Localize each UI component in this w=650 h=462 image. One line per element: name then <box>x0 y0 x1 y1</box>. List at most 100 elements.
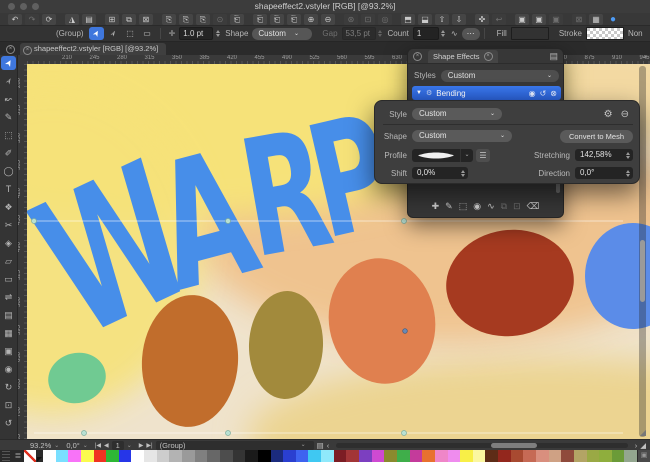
color-swatch[interactable] <box>612 450 625 462</box>
color-swatch[interactable] <box>511 450 524 462</box>
panel-styles-icon[interactable]: ▣ <box>515 14 529 25</box>
panel-menu-icon[interactable]: ▤ <box>549 51 558 62</box>
stroke-width-input[interactable]: 1.0 pt <box>179 27 213 40</box>
color-swatch[interactable] <box>561 450 574 462</box>
direction-input[interactable]: 0,0° <box>575 167 633 179</box>
copy-style-icon[interactable]: ⎘ <box>179 14 193 25</box>
selection-target-dropdown[interactable]: (Group) ⌄ <box>156 441 314 450</box>
color-swatch[interactable] <box>485 450 498 462</box>
warp-effect-icon[interactable]: ⬚ <box>459 201 468 212</box>
direct-select-tool[interactable]: ➢ <box>106 27 121 40</box>
record-indicator-icon[interactable]: ● <box>606 14 620 25</box>
pen-tool[interactable]: ✎ <box>1 110 16 124</box>
close-panel-tab-icon[interactable]: × <box>484 52 493 61</box>
color-swatch[interactable] <box>397 450 410 462</box>
shape-tool[interactable]: ❖ <box>1 200 16 214</box>
scroll-left-arrow[interactable]: ‹ <box>327 441 330 450</box>
ruler-collapse-icon[interactable]: ⌃ <box>641 55 650 64</box>
add-effect-icon[interactable]: ✚ <box>432 201 440 212</box>
style-dropdown[interactable]: Custom ⌄ <box>412 108 502 120</box>
color-swatch[interactable] <box>599 450 612 462</box>
paste-effect-icon[interactable]: ⎗ <box>270 14 284 25</box>
color-swatch[interactable] <box>233 450 246 462</box>
color-swatch[interactable] <box>448 450 461 462</box>
send-backward-icon[interactable]: ⬓ <box>418 14 432 25</box>
bend-control-handle[interactable] <box>403 329 408 334</box>
first-page-button[interactable]: |◀ <box>95 442 101 449</box>
color-swatch[interactable] <box>245 450 258 462</box>
color-swatch[interactable] <box>258 450 271 462</box>
palette-overflow-icon[interactable]: ▣ <box>638 450 650 462</box>
selection-handle[interactable] <box>402 219 407 224</box>
color-swatch-none[interactable] <box>24 450 36 462</box>
stroke-width-stepper[interactable] <box>214 28 221 39</box>
copy-dot-icon[interactable]: ⊙ <box>213 14 227 25</box>
selection-handle[interactable] <box>32 219 37 224</box>
selection-handle[interactable] <box>82 431 87 436</box>
color-swatch[interactable] <box>43 450 56 462</box>
close-all-tabs-icon[interactable]: × <box>6 45 15 54</box>
shape-dropdown[interactable]: Custom ⌄ <box>412 130 512 142</box>
bring-forward-icon[interactable]: ⬒ <box>401 14 415 25</box>
copy-effect-icon[interactable]: ⧉ <box>501 201 507 212</box>
dialog-collapse-icon[interactable]: ⊖ <box>621 109 629 120</box>
chevron-down-icon[interactable]: ⌄ <box>127 442 132 449</box>
selection-handle[interactable] <box>402 431 407 436</box>
color-swatch[interactable] <box>549 450 562 462</box>
warp-tool[interactable]: ▱ <box>1 254 16 268</box>
panel-layers-icon[interactable]: ▣ <box>532 14 546 25</box>
color-swatch[interactable] <box>321 450 334 462</box>
shape-dropdown[interactable]: Custom⌄ <box>252 28 312 40</box>
open-folder-icon[interactable]: ▤ <box>82 14 96 25</box>
color-swatch[interactable] <box>106 450 119 462</box>
palette-drag-handle[interactable] <box>2 451 10 461</box>
color-swatch[interactable] <box>422 450 435 462</box>
rotation-value[interactable]: 0,0° <box>66 441 79 450</box>
transform-select-tool[interactable]: ▭ <box>140 27 155 40</box>
image-trace-icon[interactable]: ⊠ <box>572 14 586 25</box>
color-swatch[interactable] <box>94 450 107 462</box>
rect-tool[interactable]: ▭ <box>1 272 16 286</box>
horizontal-scrollbar[interactable] <box>336 443 628 448</box>
horizontal-scrollbar-handle[interactable] <box>491 443 537 448</box>
sync-history-icon[interactable]: ⟳ <box>42 14 56 25</box>
shift-input[interactable]: 0,0% <box>412 167 468 179</box>
color-swatch[interactable] <box>359 450 372 462</box>
color-swatch[interactable] <box>283 450 296 462</box>
color-swatch[interactable] <box>144 450 157 462</box>
zoom-level[interactable]: 93.2% <box>30 441 51 450</box>
direct-select-tool[interactable]: ➢ <box>1 74 16 88</box>
color-swatch[interactable] <box>536 450 549 462</box>
scroll-right-arrow[interactable]: › <box>635 441 638 450</box>
color-swatch[interactable] <box>182 450 195 462</box>
blob-tool[interactable]: ◉ <box>1 362 16 376</box>
effect-item-bending[interactable]: ▼ ⚙ Bending ◉ ↺ ⊗ <box>412 86 561 100</box>
ellipse-tool[interactable]: ◯ <box>1 164 16 178</box>
color-swatch[interactable] <box>435 450 448 462</box>
color-swatch[interactable] <box>119 450 132 462</box>
panel-pages-icon[interactable]: ▣ <box>549 14 563 25</box>
edit-shape-icon[interactable]: ⊡ <box>361 14 375 25</box>
palette-expand-triangle[interactable] <box>37 457 42 462</box>
fill-color-swatch[interactable] <box>511 27 549 40</box>
profile-dropdown-chevron[interactable]: ⌄ <box>460 149 473 162</box>
profile-preview[interactable] <box>412 149 460 162</box>
reset-icon[interactable]: ↺ <box>540 89 547 98</box>
gradient-tool[interactable]: ▤ <box>1 308 16 322</box>
target-icon[interactable]: ◎ <box>378 14 392 25</box>
replace-icon[interactable]: ⊛ <box>344 14 358 25</box>
move-icon[interactable]: ✛ <box>169 29 176 38</box>
remove-effect-icon[interactable]: ⊗ <box>550 89 557 98</box>
pan-hand-icon[interactable]: ✜ <box>475 14 489 25</box>
move-back-icon[interactable]: ⇩ <box>452 14 466 25</box>
frame-tool[interactable]: ▣ <box>1 344 16 358</box>
clone-link-icon[interactable]: ⊖ <box>321 14 335 25</box>
color-swatch[interactable] <box>195 450 208 462</box>
copy-shape-icon[interactable]: ⎘ <box>162 14 176 25</box>
knife-tool[interactable]: ✂ <box>1 218 16 232</box>
stretching-input[interactable]: 142,58% <box>575 149 633 161</box>
color-swatch[interactable] <box>220 450 233 462</box>
paste-style-icon[interactable]: ⎗ <box>253 14 267 25</box>
selection-handle[interactable] <box>226 219 231 224</box>
document-tab[interactable]: × shapeeffect2.vstyler [RGB] [@93.2%] <box>20 43 166 55</box>
